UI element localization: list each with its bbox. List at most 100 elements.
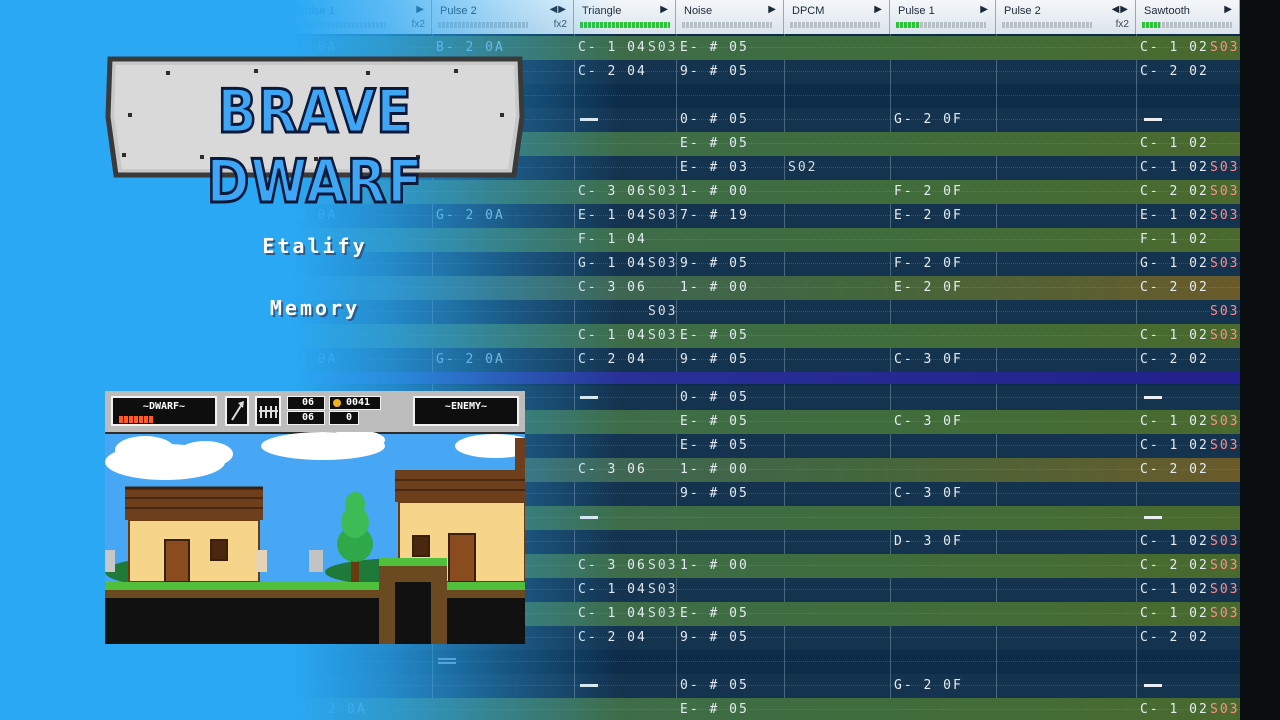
note-cell[interactable]: 1- # 00 xyxy=(680,462,749,477)
note-cell[interactable]: C- 2 02 xyxy=(1140,64,1209,79)
note-cell[interactable]: C- 1 02 xyxy=(1140,40,1209,55)
note-cell[interactable]: C- 2 02 xyxy=(1140,630,1209,645)
note-cell[interactable]: E- # 05 xyxy=(680,136,749,151)
note-cell[interactable]: 9- # 05 xyxy=(680,352,749,367)
note-cell[interactable]: C- 1 02 xyxy=(1140,702,1209,717)
note-cell[interactable]: 9- # 05 xyxy=(680,64,749,79)
effect-cell[interactable]: S03 xyxy=(1210,558,1239,573)
note-cell[interactable]: C- 2 02 xyxy=(1140,280,1209,295)
note-cell[interactable]: G- 1 02 xyxy=(1140,256,1209,271)
pattern-row[interactable]: 0- # 05 G- 2 0F xyxy=(290,674,1240,698)
note-cell[interactable]: E- # 05 xyxy=(680,328,749,343)
pattern-row[interactable] xyxy=(290,650,1240,674)
note-cell[interactable]: 0- # 05 xyxy=(680,112,749,127)
effect-cell[interactable]: S03 xyxy=(1210,534,1239,549)
note-cell[interactable]: G- 2 0F xyxy=(894,678,963,693)
note-cell[interactable]: F- 2 0F xyxy=(894,184,963,199)
note-cell[interactable]: C- 3 06 xyxy=(578,462,647,477)
note-cell[interactable]: E- 1 04 xyxy=(578,208,647,223)
effect-cell[interactable]: S03 xyxy=(1210,414,1239,429)
effect-cell[interactable]: S03 xyxy=(1210,702,1239,717)
channel-arrows-icon[interactable]: ▶ xyxy=(874,4,883,15)
note-cell[interactable]: D- 3 0F xyxy=(894,534,963,549)
note-cell[interactable]: A- 2 0A xyxy=(298,702,367,717)
pattern-row[interactable]: 3 0A G- 2 0A C- 2 04 9- # 05 C- 3 0F C- 2 02 xyxy=(290,348,1240,372)
channel-arrows-icon[interactable]: ▶ xyxy=(1224,4,1233,15)
note-cell[interactable]: E- # 05 xyxy=(680,40,749,55)
channel-header-3[interactable]: Noise ▶ xyxy=(676,0,784,34)
channel-header-1[interactable]: Pulse 2 ◀▶ fx2 xyxy=(432,0,574,34)
note-cell[interactable]: F- 1 04 xyxy=(578,232,647,247)
note-cell[interactable]: C- 1 04 xyxy=(578,606,647,621)
channel-fx-columns[interactable]: fx2 xyxy=(1116,19,1129,30)
channel-header-0[interactable]: Pulse 1 ▶ fx2 xyxy=(290,0,432,34)
note-cell[interactable]: B- 2 0A xyxy=(436,40,505,55)
effect-cell[interactable]: S03 xyxy=(1210,438,1239,453)
note-cell[interactable]: C- 1 04 xyxy=(578,328,647,343)
effect-cell[interactable]: S03 xyxy=(1210,40,1239,55)
channel-arrows-icon[interactable]: ▶ xyxy=(768,4,777,15)
effect-cell[interactable]: S03 xyxy=(648,208,677,223)
note-cell[interactable]: C- 2 04 xyxy=(578,630,647,645)
channel-arrows-icon[interactable]: ◀▶ xyxy=(1112,4,1129,15)
effect-cell[interactable]: S03 xyxy=(1210,582,1239,597)
note-cell[interactable]: G- 2 0F xyxy=(894,112,963,127)
note-cell[interactable]: 9- # 05 xyxy=(680,256,749,271)
note-cell[interactable]: C- 2 04 xyxy=(578,352,647,367)
channel-header-7[interactable]: Sawtooth ▶ xyxy=(1136,0,1240,34)
channel-arrows-icon[interactable]: ▶ xyxy=(416,4,425,15)
effect-cell[interactable]: S03 xyxy=(648,304,677,319)
note-cell[interactable]: C- 3 0F xyxy=(894,414,963,429)
effect-cell[interactable]: S03 xyxy=(1210,304,1239,319)
note-cell[interactable]: C- 1 02 xyxy=(1140,136,1209,151)
note-cell[interactable]: C- 2 02 xyxy=(1140,558,1209,573)
effect-cell[interactable]: S03 xyxy=(1210,256,1239,271)
note-cell[interactable]: E- 2 0F xyxy=(894,208,963,223)
effect-cell[interactable]: S03 xyxy=(648,184,677,199)
note-cell[interactable]: G- 1 04 xyxy=(578,256,647,271)
note-cell[interactable]: C- 2 02 xyxy=(1140,462,1209,477)
note-cell[interactable]: E- # 03 xyxy=(680,160,749,175)
tracker-scrollbar[interactable] xyxy=(1240,0,1280,720)
note-cell[interactable]: C- 1 02 xyxy=(1140,160,1209,175)
note-cell[interactable]: C- 1 02 xyxy=(1140,328,1209,343)
note-cell[interactable]: 3 0A xyxy=(298,40,337,55)
effect-cell[interactable]: S03 xyxy=(1210,208,1239,223)
cursor-row[interactable] xyxy=(290,372,1240,384)
note-cell[interactable]: C- 1 02 xyxy=(1140,534,1209,549)
channel-arrows-icon[interactable]: ▶ xyxy=(980,4,989,15)
note-cell[interactable]: E- 1 02 xyxy=(1140,208,1209,223)
effect-cell[interactable]: S03 xyxy=(1210,606,1239,621)
effect-cell[interactable]: S03 xyxy=(648,558,677,573)
effect-cell[interactable]: S03 xyxy=(648,256,677,271)
note-cell[interactable]: C- 1 02 xyxy=(1140,414,1209,429)
note-cell[interactable]: C- 1 04 xyxy=(578,582,647,597)
channel-header-5[interactable]: Pulse 1 ▶ xyxy=(890,0,996,34)
effect-cell[interactable]: S03 xyxy=(648,582,677,597)
effect-cell[interactable]: S03 xyxy=(1210,160,1239,175)
note-cell[interactable]: 9- # 05 xyxy=(680,486,749,501)
effect-cell[interactable]: S03 xyxy=(648,606,677,621)
note-cell[interactable]: 3 0A xyxy=(298,352,337,367)
note-cell[interactable]: C- 3 06 xyxy=(578,280,647,295)
note-cell[interactable]: C- 3 0F xyxy=(894,352,963,367)
note-cell[interactable]: E- 2 0F xyxy=(894,280,963,295)
note-cell[interactable]: C- 2 02 xyxy=(1140,352,1209,367)
channel-header-4[interactable]: DPCM ▶ xyxy=(784,0,890,34)
note-cell[interactable]: 7- # 19 xyxy=(680,208,749,223)
note-cell[interactable]: C- 2 02 xyxy=(1140,184,1209,199)
note-cell[interactable]: E- # 05 xyxy=(680,438,749,453)
note-cell[interactable]: F- 1 02 xyxy=(1140,232,1209,247)
note-cell[interactable]: E- # 05 xyxy=(680,414,749,429)
note-cell[interactable]: C- 3 06 xyxy=(578,558,647,573)
note-cell[interactable]: 1- # 00 xyxy=(680,184,749,199)
note-cell[interactable]: 1- # 00 xyxy=(680,280,749,295)
note-cell[interactable]: 0- # 05 xyxy=(680,390,749,405)
pattern-row[interactable]: C- 1 04 S03 E- # 05 C- 1 02 S03 xyxy=(290,324,1240,348)
effect-cell[interactable]: S02 xyxy=(788,160,817,175)
channel-arrows-icon[interactable]: ▶ xyxy=(660,4,669,15)
note-cell[interactable]: C- 2 04 xyxy=(578,64,647,79)
effect-cell[interactable]: S03 xyxy=(648,40,677,55)
channel-header-2[interactable]: Triangle ▶ xyxy=(574,0,676,34)
effect-cell[interactable]: S03 xyxy=(1210,328,1239,343)
